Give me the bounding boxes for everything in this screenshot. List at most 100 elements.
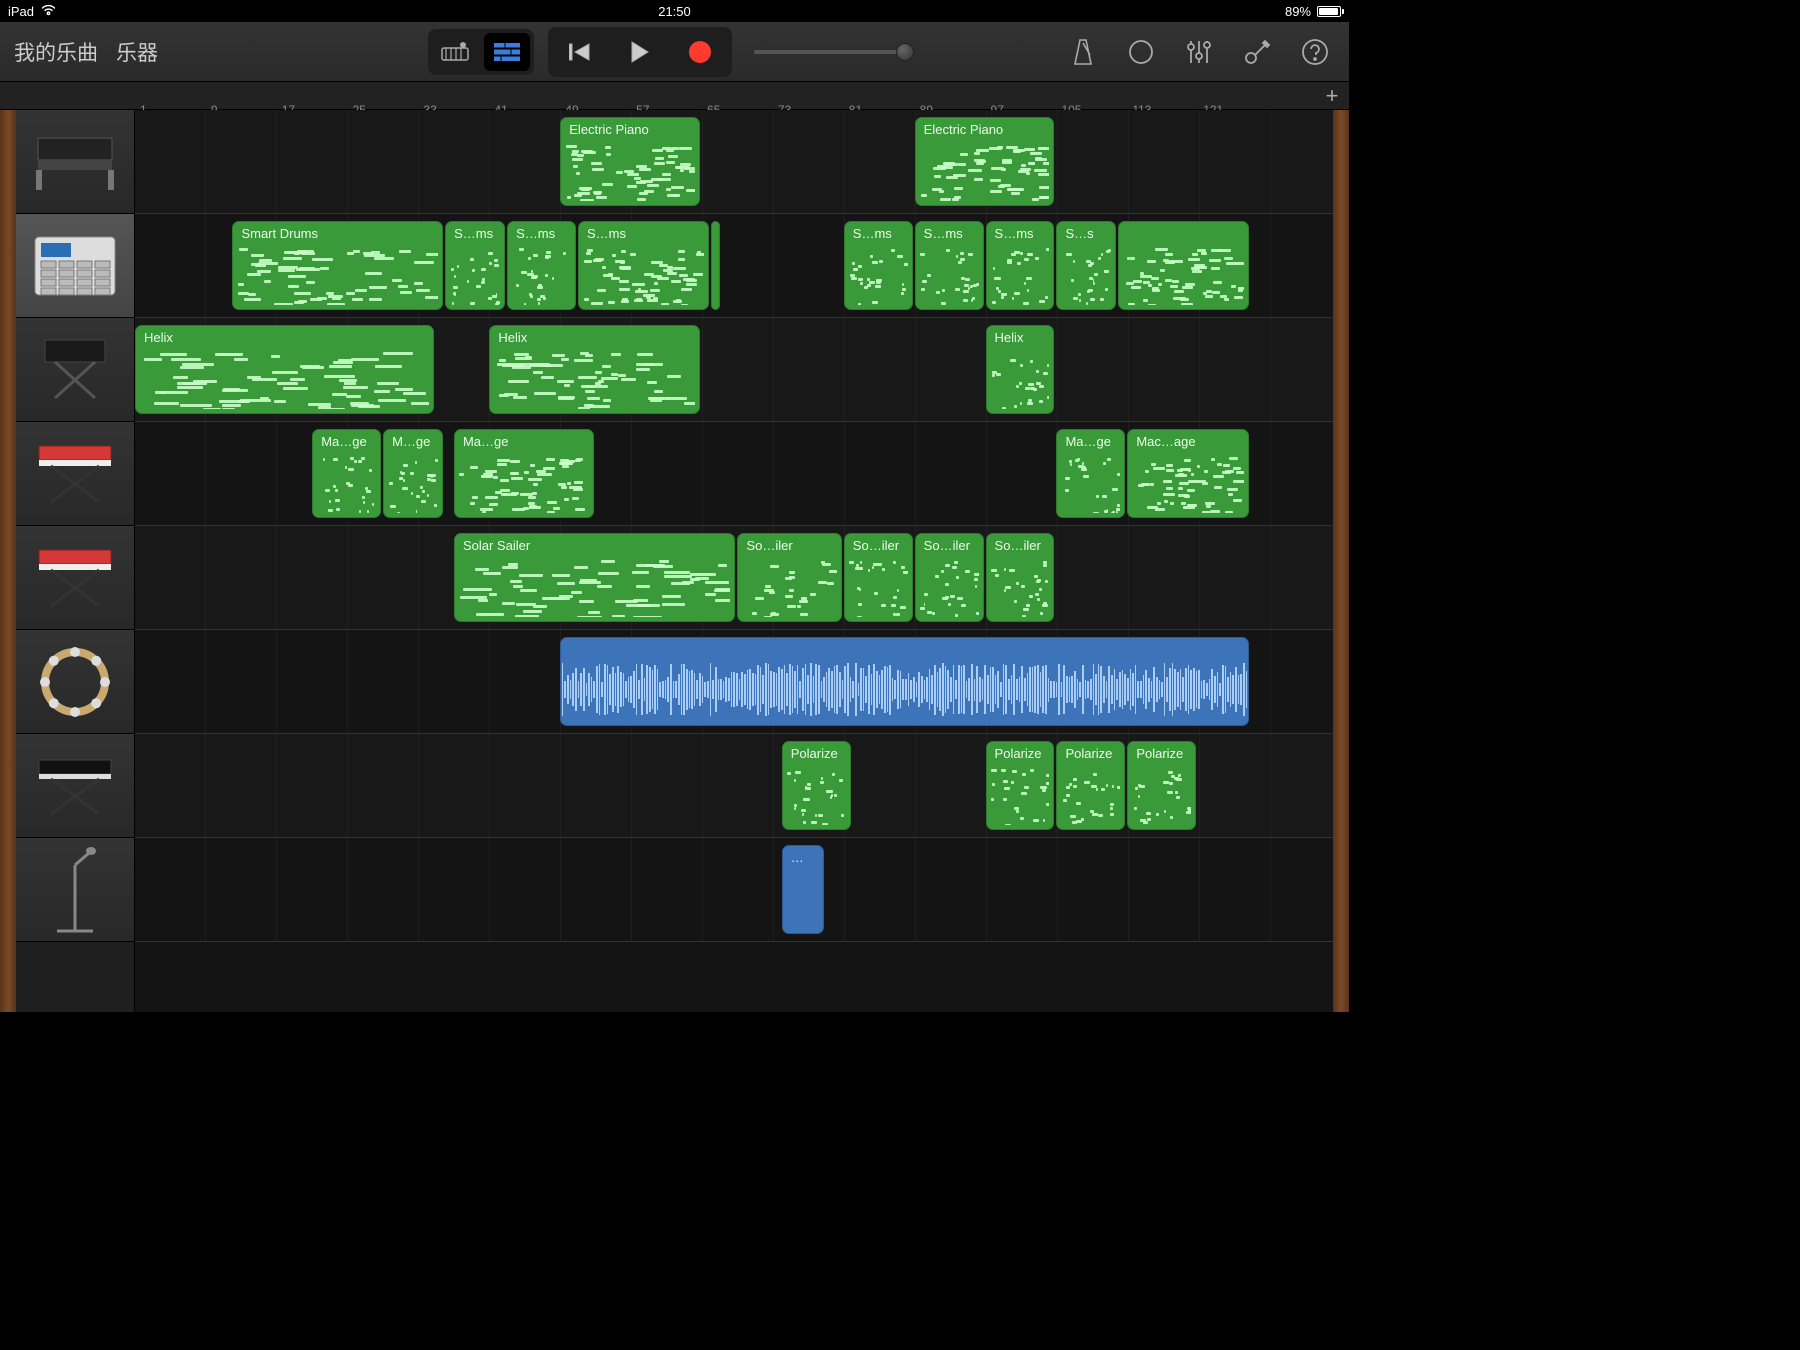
track-header-helix[interactable] — [16, 318, 134, 422]
region[interactable]: Ma…ge — [312, 429, 381, 518]
region[interactable]: Helix — [135, 325, 434, 414]
metronome-button[interactable] — [1063, 32, 1103, 72]
region[interactable]: Electric Piano — [560, 117, 700, 206]
region[interactable]: Ma…ge — [1056, 429, 1125, 518]
midi-notes — [991, 248, 1050, 305]
help-button[interactable] — [1295, 32, 1335, 72]
region[interactable]: S…s — [1056, 221, 1116, 310]
my-songs-button[interactable]: 我的乐曲 — [14, 37, 98, 67]
region[interactable] — [711, 221, 720, 310]
drummachine-icon — [30, 231, 120, 301]
track-row-massage[interactable]: Ma…ge M…ge Ma…ge Ma…ge Mac…age — [135, 422, 1333, 526]
track-row-mic[interactable]: … — [135, 838, 1333, 942]
region-label: So…iler — [924, 538, 975, 553]
region[interactable]: Polarize — [782, 741, 851, 830]
region[interactable]: Ma…ge — [454, 429, 594, 518]
region[interactable]: So…iler — [737, 533, 841, 622]
status-bar: iPad 21:50 89% — [0, 0, 1349, 22]
track-row-helix[interactable]: Helix Helix Helix — [135, 318, 1333, 422]
region-label: Mac…age — [1136, 434, 1240, 449]
red-keys-icon — [30, 543, 120, 613]
region[interactable] — [1118, 221, 1249, 310]
rewind-button[interactable] — [552, 31, 608, 73]
midi-notes — [787, 768, 846, 825]
tracks-view-button[interactable] — [484, 33, 530, 71]
region[interactable]: Electric Piano — [915, 117, 1055, 206]
instruments-button[interactable]: 乐器 — [116, 37, 158, 67]
region-label: So…iler — [853, 538, 904, 553]
midi-notes — [1132, 768, 1191, 825]
track-header-polarize[interactable] — [16, 734, 134, 838]
region-label: M…ge — [392, 434, 434, 449]
track-headers — [16, 110, 135, 1012]
region[interactable]: Polarize — [1056, 741, 1125, 830]
timeline-ruler[interactable]: 191725334149576573818997105113121 + — [0, 82, 1349, 110]
midi-notes — [512, 248, 571, 305]
track-row-solar-sailer[interactable]: Solar Sailer So…iler So…iler So…iler So…iler — [135, 526, 1333, 630]
midi-notes — [849, 560, 908, 617]
midi-notes — [920, 144, 1050, 201]
volume-slider[interactable] — [754, 50, 914, 54]
region[interactable]: So…iler — [844, 533, 913, 622]
region-label: Helix — [498, 330, 691, 345]
track-header-electric-piano[interactable] — [16, 110, 134, 214]
region[interactable]: S…ms — [986, 221, 1055, 310]
battery-icon — [1317, 6, 1341, 17]
record-button[interactable] — [672, 31, 728, 73]
region[interactable]: So…iler — [986, 533, 1055, 622]
region[interactable]: … — [782, 845, 824, 934]
region[interactable]: S…ms — [915, 221, 984, 310]
region[interactable]: Mac…age — [1127, 429, 1249, 518]
tambourine-icon — [30, 647, 120, 717]
region-label: So…iler — [995, 538, 1046, 553]
mixer-button[interactable] — [1179, 32, 1219, 72]
midi-notes — [742, 560, 836, 617]
region[interactable]: S…ms — [445, 221, 505, 310]
region-label: S…ms — [516, 226, 567, 241]
region[interactable]: Smart Drums — [232, 221, 443, 310]
region[interactable]: S…ms — [507, 221, 576, 310]
play-button[interactable] — [612, 31, 668, 73]
midi-notes — [920, 560, 979, 617]
region[interactable]: Polarize — [1127, 741, 1196, 830]
device-label: iPad — [8, 4, 34, 19]
wood-trim-right — [1333, 110, 1349, 1012]
region[interactable] — [560, 637, 1249, 726]
region[interactable]: M…ge — [383, 429, 443, 518]
track-row-smart-drums[interactable]: Smart DrumsS…msS…msS…msS…msS…msS…msS…s — [135, 214, 1333, 318]
track-header-massage[interactable] — [16, 422, 134, 526]
midi-notes — [459, 456, 589, 513]
region[interactable]: S…ms — [578, 221, 709, 310]
instrument-view-button[interactable] — [432, 33, 478, 71]
track-header-mic[interactable] — [16, 838, 134, 942]
midi-notes — [991, 352, 1050, 409]
track-header-tambourine[interactable] — [16, 630, 134, 734]
settings-button[interactable] — [1237, 32, 1277, 72]
waveform — [561, 656, 1248, 723]
region[interactable]: Solar Sailer — [454, 533, 736, 622]
midi-notes — [459, 560, 731, 617]
region[interactable]: S…ms — [844, 221, 913, 310]
volume-knob[interactable] — [896, 43, 914, 61]
region-label: So…iler — [746, 538, 832, 553]
view-toggle-group — [428, 29, 534, 75]
midi-notes — [388, 456, 438, 513]
region-label: S…ms — [454, 226, 496, 241]
midi-notes — [1061, 456, 1120, 513]
loop-button[interactable] — [1121, 32, 1161, 72]
track-row-electric-piano[interactable]: Electric Piano Electric Piano — [135, 110, 1333, 214]
region-label: Ma…ge — [321, 434, 372, 449]
region[interactable]: Helix — [489, 325, 700, 414]
track-row-polarize[interactable]: PolarizePolarizePolarizePolarize — [135, 734, 1333, 838]
region[interactable]: Helix — [986, 325, 1055, 414]
track-header-smart-drums[interactable] — [16, 214, 134, 318]
add-section-button[interactable]: + — [1315, 83, 1349, 109]
wifi-icon — [40, 3, 57, 19]
toolbar: 我的乐曲 乐器 — [0, 22, 1349, 82]
battery-pct: 89% — [1285, 4, 1311, 19]
timeline[interactable]: Electric Piano Electric Piano Smart Drums S… — [135, 110, 1333, 1012]
track-header-solar-sailer[interactable] — [16, 526, 134, 630]
region[interactable]: Polarize — [986, 741, 1055, 830]
track-row-tambourine[interactable] — [135, 630, 1333, 734]
region[interactable]: So…iler — [915, 533, 984, 622]
